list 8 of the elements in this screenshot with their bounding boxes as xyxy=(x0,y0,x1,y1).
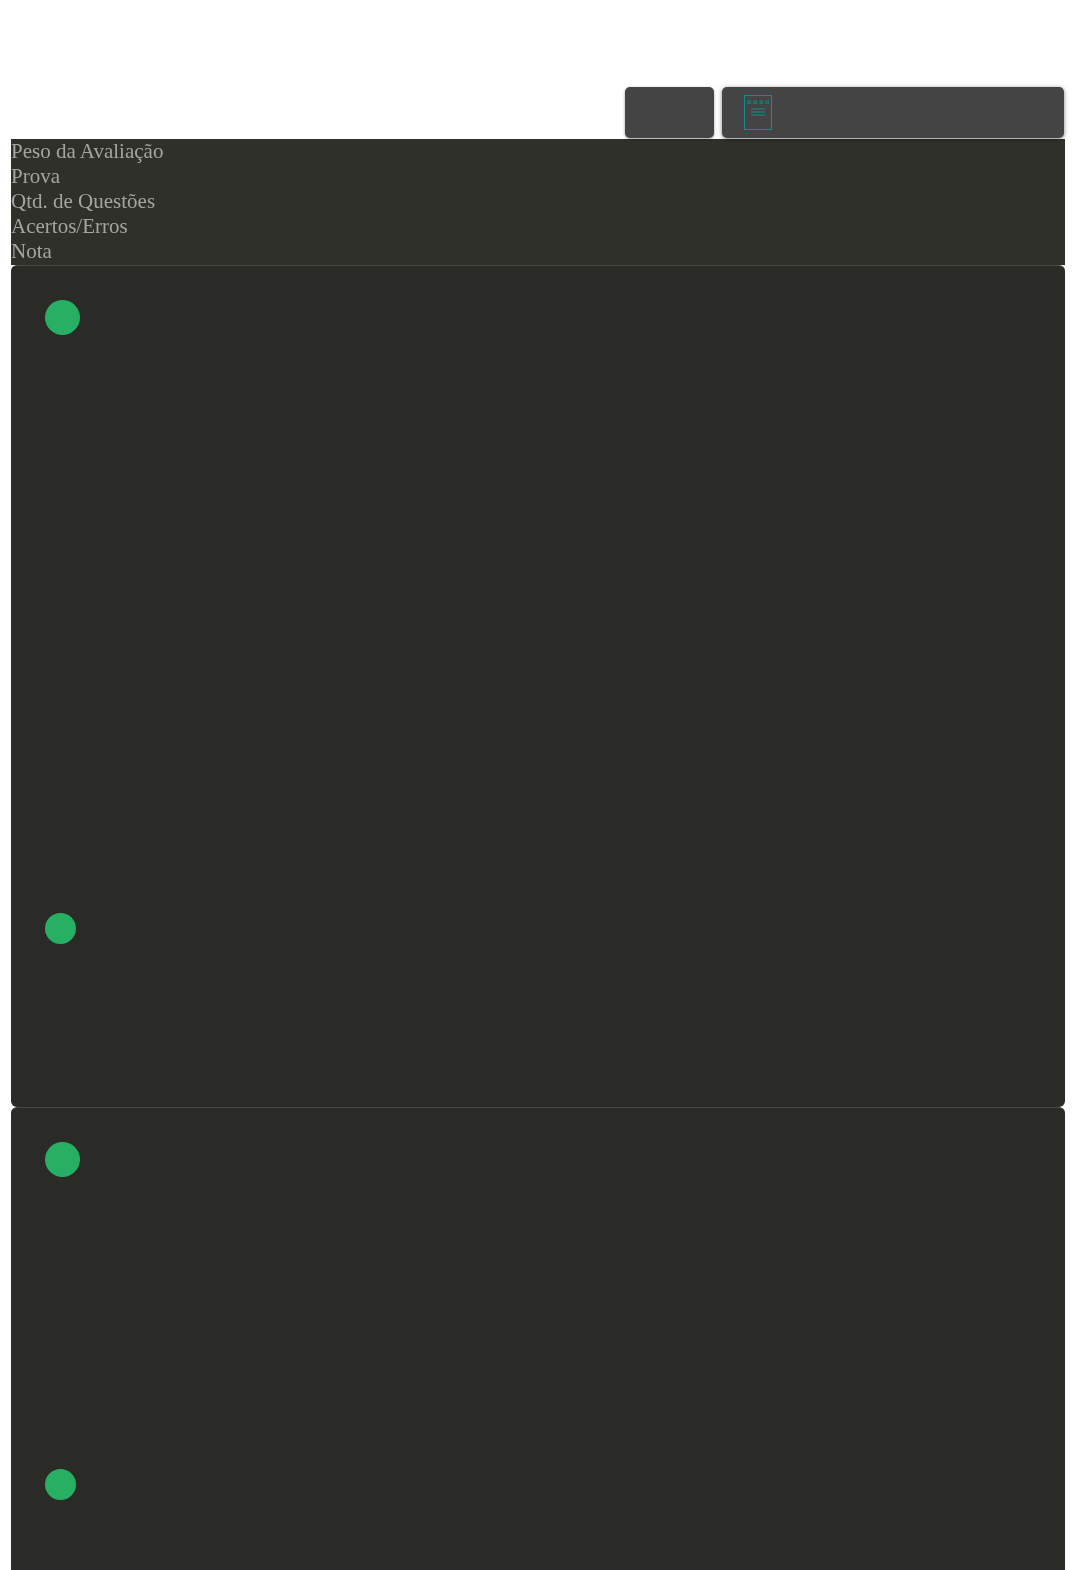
toolbar-button[interactable] xyxy=(625,87,714,138)
column-label: Nota xyxy=(11,239,52,264)
column-label: Prova xyxy=(11,164,60,189)
column-label: Peso da Avaliação xyxy=(11,139,164,164)
toolbar-button[interactable] xyxy=(722,87,1064,138)
column-label: Acertos/Erros xyxy=(11,214,128,239)
notepad-icon xyxy=(744,95,772,130)
column-label: Qtd. de Questões xyxy=(11,189,156,214)
